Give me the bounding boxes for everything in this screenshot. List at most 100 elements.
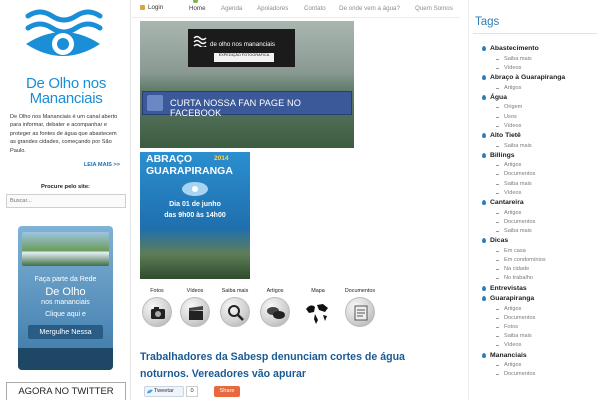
tag-label: Alto Tietê xyxy=(490,131,521,139)
tags-title: Tags xyxy=(475,16,500,28)
tag-subitem[interactable]: Em casa xyxy=(469,247,600,256)
tag-subitem[interactable]: Saiba mais xyxy=(469,227,600,236)
tag-item[interactable]: Billings xyxy=(469,151,600,162)
abraco-guarapiranga-banner[interactable]: ABRAÇO 2014 GUARAPIRANGA Dia 01 de junho… xyxy=(140,152,250,279)
tweet-button[interactable]: Tweetar xyxy=(144,386,184,397)
tag-subitem-label: Saiba mais xyxy=(504,142,532,149)
tag-subitem[interactable]: Fotos xyxy=(469,323,600,332)
nav-de-onde-vem-a-agua[interactable]: De onde vem a água? xyxy=(339,5,400,12)
promo-footer xyxy=(18,348,113,370)
tag-item[interactable]: Mananciais xyxy=(469,351,600,362)
tag-subitem[interactable]: Artigos xyxy=(469,305,600,314)
tag-subitem-label: Na cidade xyxy=(504,266,530,273)
documentos-button[interactable]: Documentos xyxy=(343,288,377,332)
tag-subitem[interactable]: Documentos xyxy=(469,370,600,379)
tag-subitem[interactable]: Vídeos xyxy=(469,189,600,198)
nav-contato[interactable]: Contato xyxy=(304,5,326,12)
tag-item[interactable]: Cantareira xyxy=(469,198,600,209)
dash-marker xyxy=(496,365,499,367)
nav-agenda[interactable]: Agenda xyxy=(221,5,242,12)
speech-bubbles-icon xyxy=(260,297,290,327)
tag-label: Billings xyxy=(490,151,515,159)
water-drop-icon xyxy=(482,238,486,244)
tag-subitem[interactable]: Em condomínios xyxy=(469,256,600,265)
network-promo-banner[interactable]: Faça parte da Rede De Olho nos mananciai… xyxy=(18,226,113,370)
banner2-year: 2014 xyxy=(214,155,229,162)
fotos-button[interactable]: Fotos xyxy=(140,288,174,332)
banner1-subtitle: EXPEDIÇÃO FOTOGRÁFICA xyxy=(214,53,274,62)
magnifier-icon xyxy=(220,297,250,327)
share-button[interactable]: Share xyxy=(214,386,240,397)
tag-label: Mananciais xyxy=(490,351,527,359)
tag-subitem[interactable]: Documentos xyxy=(469,218,600,227)
facebook-cta[interactable]: CURTA NOSSA FAN PAGE NO FACEBOOK xyxy=(142,91,352,118)
water-drop-icon xyxy=(482,296,486,302)
top-nav: Login Home Agenda Apoiadores Contato De … xyxy=(132,0,460,18)
dash-marker xyxy=(496,107,499,109)
tag-subitem[interactable]: Saiba mais xyxy=(469,332,600,341)
hands-circle-icon xyxy=(182,182,208,196)
eye-waves-logo[interactable] xyxy=(18,6,108,72)
tag-subitem[interactable]: Artigos xyxy=(469,84,600,93)
tag-subitem[interactable]: Artigos xyxy=(469,161,600,170)
article-headline[interactable]: Trabalhadores da Sabesp denunciam cortes… xyxy=(140,349,454,383)
tag-item[interactable]: Alto Tietê xyxy=(469,131,600,142)
dive-in-button[interactable]: Mergulhe Nessa xyxy=(28,325,103,339)
tag-subitem-label: Em casa xyxy=(504,247,526,254)
tag-subitem-label: Saiba mais xyxy=(504,228,532,234)
tag-subitem[interactable]: Vídeos xyxy=(469,341,600,350)
read-more-link[interactable]: LEIA MAIS >> xyxy=(84,162,120,168)
mapa-label: Mapa xyxy=(311,288,325,294)
mapa-button[interactable]: Mapa xyxy=(301,288,335,332)
twitter-bird-icon xyxy=(147,389,153,394)
tag-subitem[interactable]: Saiba mais xyxy=(469,180,600,189)
facebook-fanpage-banner[interactable]: de olho nos mananciais EXPEDIÇÃO FOTOGRÁ… xyxy=(140,21,354,148)
tag-subitem[interactable]: Documentos xyxy=(469,170,600,179)
tag-subitem-label: Usos xyxy=(504,113,517,120)
search-label: Procure pelo site: xyxy=(41,184,90,190)
artigos-button[interactable]: Artigos xyxy=(258,288,292,332)
tag-subitem[interactable]: Vídeos xyxy=(469,64,600,73)
water-drop-icon xyxy=(482,200,486,206)
tag-subitem-label: Vídeos xyxy=(504,342,522,349)
tag-subitem[interactable]: Saiba mais xyxy=(469,55,600,64)
videos-button[interactable]: Vídeos xyxy=(178,288,212,332)
water-drop-icon xyxy=(482,352,486,358)
tag-item[interactable]: Abraço à Guarapiranga xyxy=(469,73,600,84)
tag-subitem[interactable]: Na cidade xyxy=(469,265,600,274)
tag-subitem[interactable]: Usos xyxy=(469,113,600,122)
tag-item[interactable]: Água xyxy=(469,93,600,104)
water-drop-icon xyxy=(482,285,486,291)
documentos-label: Documentos xyxy=(344,288,376,294)
banner2-title-a: ABRAÇO xyxy=(146,153,193,165)
brand-name[interactable]: De Olho nos Mananciais xyxy=(4,76,128,106)
tag-item[interactable]: Dicas xyxy=(469,236,600,247)
tag-subitem-label: Vídeos xyxy=(504,122,522,129)
tag-subitem[interactable]: No trabalho xyxy=(469,274,600,283)
tag-subitem[interactable]: Saiba mais xyxy=(469,142,600,151)
tag-item[interactable]: Guarapiranga xyxy=(469,294,600,305)
tag-item[interactable]: Abastecimento xyxy=(469,44,600,55)
nav-home[interactable]: Home xyxy=(189,5,206,12)
dash-marker xyxy=(496,145,499,147)
promo-line-3: nos mananciais xyxy=(41,299,90,306)
tag-item[interactable]: Entrevistas xyxy=(469,284,600,295)
tag-subitem[interactable]: Artigos xyxy=(469,361,600,370)
tag-subitem[interactable]: Vídeos xyxy=(469,122,600,131)
dash-marker xyxy=(496,317,499,319)
dash-marker xyxy=(496,165,499,167)
tag-subitem[interactable]: Artigos xyxy=(469,209,600,218)
facebook-cta-label: CURTA NOSSA FAN PAGE NO FACEBOOK xyxy=(170,98,301,118)
tag-subitem-label: Artigos xyxy=(504,305,522,312)
water-drop-icon xyxy=(482,132,486,138)
water-drop-icon xyxy=(482,74,486,80)
active-nav-indicator xyxy=(193,0,198,3)
login-link[interactable]: Login xyxy=(140,4,163,11)
document-icon xyxy=(345,297,375,327)
tag-subitem[interactable]: Origem xyxy=(469,103,600,112)
tag-subitem[interactable]: Documentos xyxy=(469,314,600,323)
saiba-mais-button[interactable]: Saiba mais xyxy=(218,288,252,332)
nav-apoiadores[interactable]: Apoiadores xyxy=(257,5,288,12)
search-input[interactable] xyxy=(6,194,126,208)
nav-quem-somos[interactable]: Quem Somos xyxy=(415,5,453,12)
